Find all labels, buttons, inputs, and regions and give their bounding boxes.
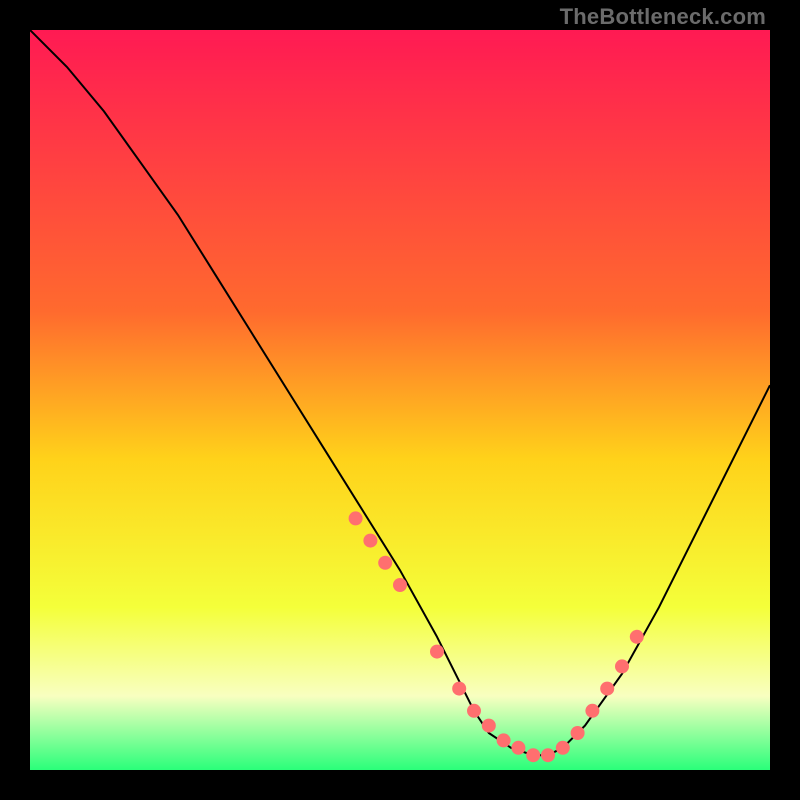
bottleneck-curve: [30, 30, 770, 755]
curve-marker: [482, 719, 496, 733]
curve-marker: [393, 578, 407, 592]
curve-marker: [430, 645, 444, 659]
curve-marker: [363, 534, 377, 548]
curve-marker: [571, 726, 585, 740]
watermark-text: TheBottleneck.com: [560, 4, 766, 30]
curve-marker: [600, 682, 614, 696]
curve-marker: [378, 556, 392, 570]
curve-marker: [541, 748, 555, 762]
curve-marker: [511, 741, 525, 755]
bottleneck-curve-plot: [30, 30, 770, 770]
curve-marker: [615, 659, 629, 673]
curve-marker: [526, 748, 540, 762]
curve-marker: [467, 704, 481, 718]
curve-marker: [556, 741, 570, 755]
curve-marker: [497, 733, 511, 747]
curve-marker: [630, 630, 644, 644]
curve-marker: [349, 511, 363, 525]
curve-marker: [585, 704, 599, 718]
curve-marker: [452, 682, 466, 696]
chart-frame: [30, 30, 770, 770]
